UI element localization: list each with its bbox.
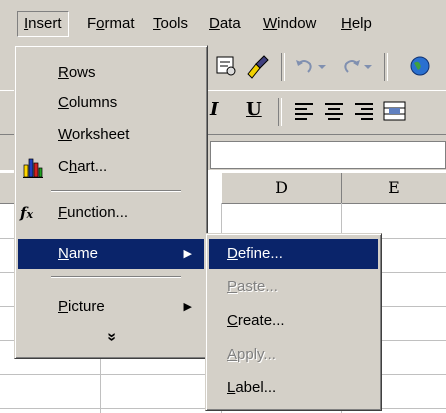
menu-separator <box>51 190 181 192</box>
submenu-item-label[interactable]: Label... <box>209 373 378 403</box>
align-right-icon[interactable] <box>353 101 375 121</box>
menu-format[interactable]: Format <box>81 12 141 36</box>
toolbar-separator <box>278 98 282 126</box>
menu-item-columns[interactable]: Columns <box>18 88 204 118</box>
menu-help[interactable]: Help <box>335 12 378 36</box>
column-header-d[interactable]: D <box>222 173 342 204</box>
menu-window[interactable]: Window <box>257 12 322 36</box>
toolbar-separator <box>281 53 285 81</box>
toolbar-separator <box>384 53 388 81</box>
format-painter-icon[interactable] <box>244 52 270 80</box>
name-submenu: Define... Paste... Create... Apply... La… <box>205 233 382 411</box>
submenu-item-create[interactable]: Create... <box>209 306 378 336</box>
hyperlink-globe-icon[interactable] <box>408 54 432 78</box>
expand-menu-chevron-icon[interactable]: » <box>18 322 204 352</box>
undo-icon[interactable] <box>292 54 332 78</box>
menu-tools[interactable]: Tools <box>147 12 194 36</box>
menu-item-picture[interactable]: Picture ▶ <box>18 292 204 322</box>
align-center-icon[interactable] <box>323 101 345 121</box>
insert-menu: Rows Columns Worksheet Chart... fx Funct… <box>14 45 208 359</box>
chart-icon <box>23 158 43 178</box>
menu-bar: Insert Format Tools Data Window Help <box>0 0 446 44</box>
function-icon: fx <box>20 204 34 222</box>
formula-input[interactable] <box>210 141 446 169</box>
menu-item-chart[interactable]: Chart... <box>18 152 204 182</box>
menu-item-worksheet[interactable]: Worksheet <box>18 120 204 150</box>
column-header-e[interactable]: E <box>342 173 446 204</box>
underline-button[interactable]: U <box>246 99 262 120</box>
submenu-arrow-icon: ▶ <box>183 301 192 313</box>
menu-insert[interactable]: Insert <box>17 11 69 37</box>
italic-button[interactable]: I <box>210 99 218 120</box>
submenu-item-define[interactable]: Define... <box>209 239 378 269</box>
align-left-icon[interactable] <box>293 101 315 121</box>
menu-data[interactable]: Data <box>203 12 247 36</box>
submenu-arrow-icon: ▶ <box>183 248 192 260</box>
menu-item-function[interactable]: fx Function... <box>18 198 204 228</box>
submenu-item-paste: Paste... <box>227 278 278 295</box>
redo-icon[interactable] <box>338 54 378 78</box>
print-preview-icon[interactable] <box>214 54 238 78</box>
merge-center-icon[interactable] <box>383 100 407 122</box>
menu-item-name[interactable]: Name ▶ <box>18 239 204 269</box>
menu-item-rows[interactable]: Rows <box>18 58 204 88</box>
submenu-item-apply: Apply... <box>227 346 276 363</box>
menu-separator <box>51 276 181 278</box>
